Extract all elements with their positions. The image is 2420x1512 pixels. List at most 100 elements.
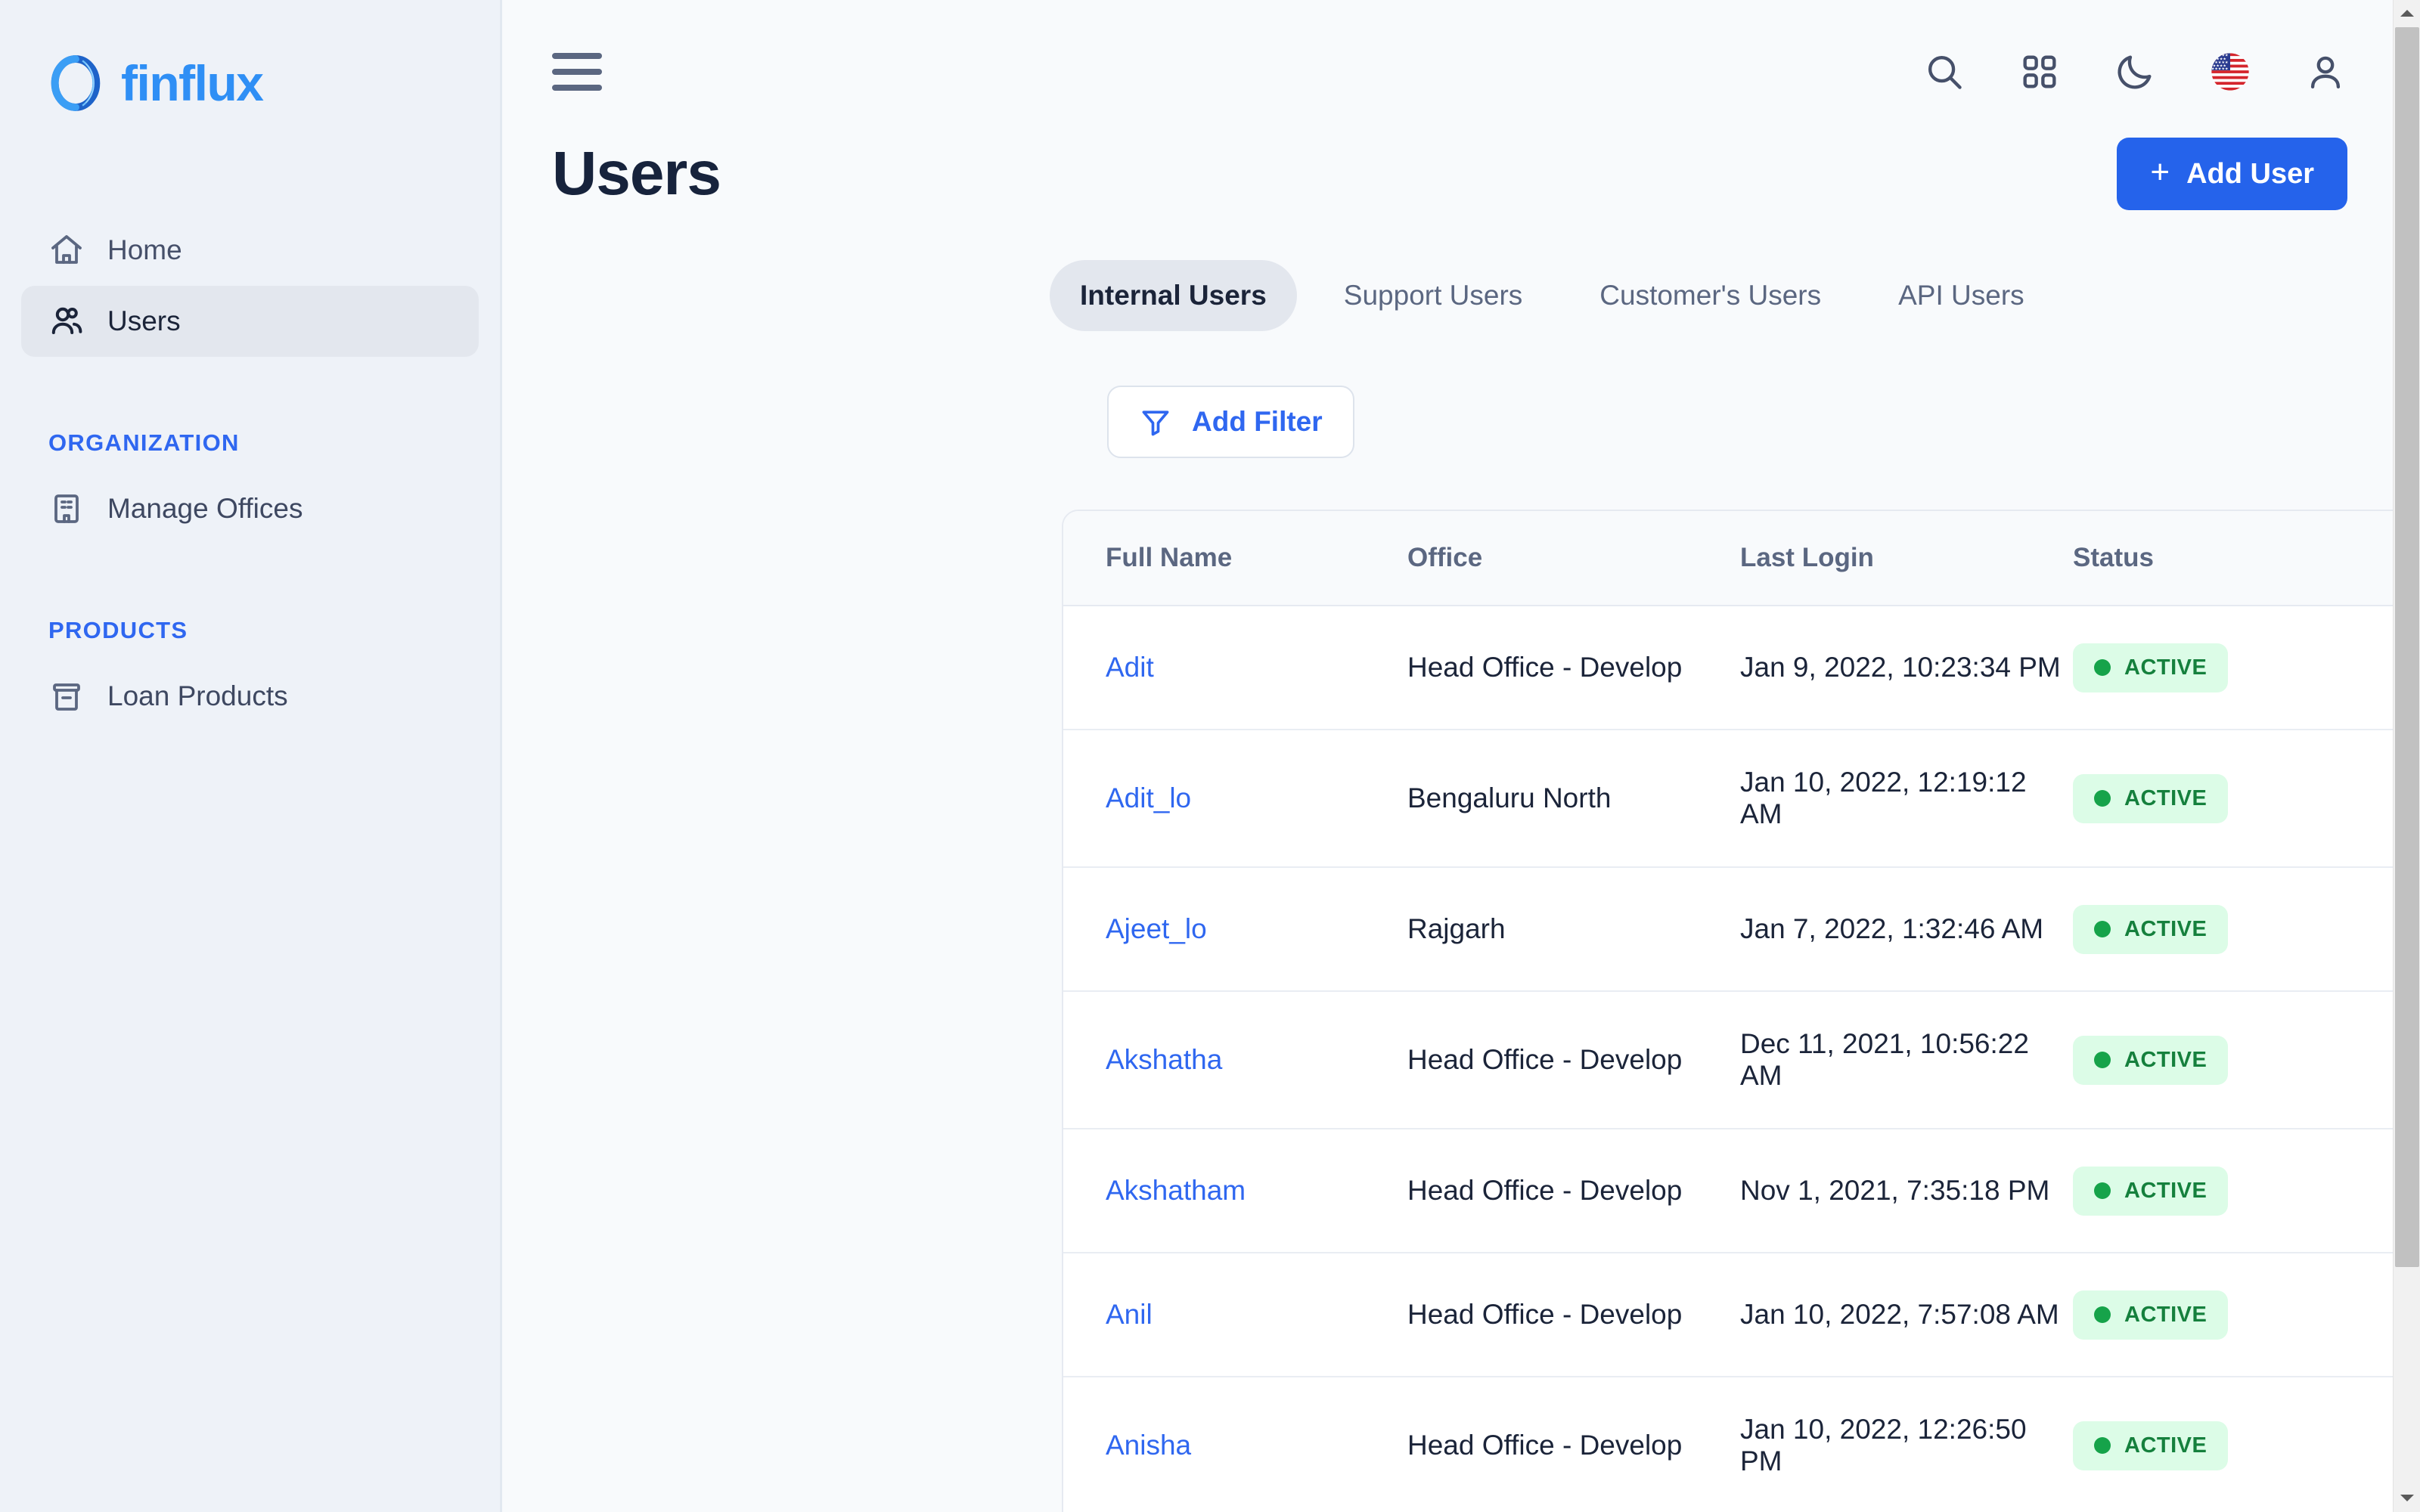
column-header-office[interactable]: Office xyxy=(1407,511,1740,606)
users-icon xyxy=(48,303,85,339)
cell-office: Head Office - Develop xyxy=(1407,606,1740,730)
user-name-link[interactable]: Adit xyxy=(1106,652,1154,683)
scrollbar-down-arrow[interactable] xyxy=(2394,1485,2420,1512)
users-table-head: Full Name Office Last Login Status Actio… xyxy=(1063,511,2420,606)
cell-last-login: Jan 10, 2022, 7:57:08 AM xyxy=(1740,1253,2073,1377)
cell-status: ACTIVE xyxy=(2073,606,2406,730)
cell-full-name: Akshatha xyxy=(1063,991,1407,1129)
sidebar-item-manage-offices[interactable]: Manage Offices xyxy=(21,473,479,544)
user-name-link[interactable]: Akshatham xyxy=(1106,1175,1246,1206)
status-badge: ACTIVE xyxy=(2073,1167,2228,1216)
sidebar: finflux Home Users ORGANIZATION xyxy=(0,0,502,1512)
app-root: finflux Home Users ORGANIZATION xyxy=(0,0,2420,1512)
status-dot-icon xyxy=(2094,1052,2111,1068)
users-table-body: AditHead Office - DevelopJan 9, 2022, 10… xyxy=(1063,606,2420,1512)
users-table: Full Name Office Last Login Status Actio… xyxy=(1063,511,2420,1512)
building-icon xyxy=(48,491,85,527)
user-profile-icon[interactable] xyxy=(2304,50,2347,94)
column-header-full-name[interactable]: Full Name xyxy=(1063,511,1407,606)
sidebar-section-organization-title: ORGANIZATION xyxy=(48,429,500,457)
status-badge: ACTIVE xyxy=(2073,1421,2228,1470)
hamburger-menu-icon[interactable] xyxy=(552,53,602,91)
cell-office: Bengaluru North xyxy=(1407,730,1740,867)
tab-support-users[interactable]: Support Users xyxy=(1314,260,1553,331)
status-dot-icon xyxy=(2094,659,2111,676)
sidebar-item-loan-products[interactable]: Loan Products xyxy=(21,661,479,732)
cell-full-name: Ajeet_lo xyxy=(1063,867,1407,991)
column-header-last-login[interactable]: Last Login xyxy=(1740,511,2073,606)
status-badge-label: ACTIVE xyxy=(2124,786,2207,811)
cell-last-login: Jan 7, 2022, 1:32:46 AM xyxy=(1740,867,2073,991)
cell-last-login: Nov 1, 2021, 7:35:18 PM xyxy=(1740,1129,2073,1253)
cell-last-login: Jan 9, 2022, 10:23:34 PM xyxy=(1740,606,2073,730)
sidebar-item-loan-products-label: Loan Products xyxy=(107,680,288,712)
table-row: AkshathaHead Office - DevelopDec 11, 202… xyxy=(1063,991,2420,1129)
sidebar-section-products-title: PRODUCTS xyxy=(48,617,500,644)
status-badge-label: ACTIVE xyxy=(2124,1048,2207,1073)
table-row: Akshatham Head Office - DevelopNov 1, 202… xyxy=(1063,1129,2420,1253)
status-badge: ACTIVE xyxy=(2073,905,2228,954)
finflux-ring-logo-icon xyxy=(47,54,104,112)
brand-logo[interactable]: finflux xyxy=(0,0,500,112)
us-flag-icon[interactable]: ★★★★★★★★★ ★★★★★★★★★ ★★★★★ xyxy=(2208,50,2252,94)
table-header-row: Full Name Office Last Login Status Actio… xyxy=(1063,511,2420,606)
table-row: Adit Head Office - DevelopJan 9, 2022, 10… xyxy=(1063,606,2420,730)
cell-office: Head Office - Develop xyxy=(1407,1377,1740,1512)
sidebar-item-home-label: Home xyxy=(107,234,182,266)
user-name-link[interactable]: Anisha xyxy=(1106,1430,1191,1461)
cell-full-name: Anil xyxy=(1063,1253,1407,1377)
status-dot-icon xyxy=(2094,1182,2111,1199)
user-name-link[interactable]: Adit_lo xyxy=(1106,782,1191,813)
table-row: Adit_lo Bengaluru NorthJan 10, 2022, 12:1… xyxy=(1063,730,2420,867)
apps-grid-icon[interactable] xyxy=(2018,50,2062,94)
vertical-scrollbar[interactable] xyxy=(2393,0,2420,1512)
tab-api-users[interactable]: API Users xyxy=(1868,260,2055,331)
sidebar-item-users-label: Users xyxy=(107,305,181,337)
sidebar-item-manage-offices-label: Manage Offices xyxy=(107,493,302,525)
main-content: ★★★★★★★★★ ★★★★★★★★★ ★★★★★ Users + Add Us… xyxy=(502,0,2420,1512)
cell-full-name: Akshatham xyxy=(1063,1129,1407,1253)
status-dot-icon xyxy=(2094,1437,2111,1454)
cell-last-login: Jan 10, 2022, 12:26:50 PM xyxy=(1740,1377,2073,1512)
table-row: Anil Head Office - DevelopJan 10, 2022, 7… xyxy=(1063,1253,2420,1377)
brand-name: finflux xyxy=(121,58,262,108)
add-filter-button[interactable]: Add Filter xyxy=(1107,386,1354,458)
sidebar-group-organization: Manage Offices xyxy=(0,473,500,544)
top-bar: ★★★★★★★★★ ★★★★★★★★★ ★★★★★ xyxy=(502,0,2420,144)
sidebar-item-users[interactable]: Users xyxy=(21,286,479,357)
moon-dark-mode-icon[interactable] xyxy=(2113,50,2157,94)
status-badge-label: ACTIVE xyxy=(2124,1179,2207,1204)
cell-office: Head Office - Develop xyxy=(1407,1129,1740,1253)
top-bar-icon-group: ★★★★★★★★★ ★★★★★★★★★ ★★★★★ xyxy=(1922,50,2347,94)
status-dot-icon xyxy=(2094,921,2111,937)
svg-text:★★★★★: ★★★★★ xyxy=(2211,67,2229,72)
cell-status: ACTIVE xyxy=(2073,991,2406,1129)
status-badge: ACTIVE xyxy=(2073,774,2228,823)
user-name-link[interactable]: Akshatha xyxy=(1106,1044,1222,1075)
column-header-status[interactable]: Status xyxy=(2073,511,2406,606)
user-name-link[interactable]: Anil xyxy=(1106,1299,1153,1330)
scrollbar-up-arrow[interactable] xyxy=(2394,0,2420,27)
cell-last-login: Jan 10, 2022, 12:19:12 AM xyxy=(1740,730,2073,867)
tab-bar: Internal Users Support Users Customer's … xyxy=(502,260,2420,331)
filter-row: Add Filter xyxy=(502,386,2420,458)
sidebar-primary-nav: Home Users xyxy=(0,215,500,357)
cell-status: ACTIVE xyxy=(2073,1129,2406,1253)
status-badge-label: ACTIVE xyxy=(2124,917,2207,942)
cell-status: ACTIVE xyxy=(2073,1253,2406,1377)
cell-last-login: Dec 11, 2021, 10:56:22 AM xyxy=(1740,991,2073,1129)
sidebar-group-products: Loan Products xyxy=(0,661,500,732)
scrollbar-thumb[interactable] xyxy=(2395,27,2419,1267)
sidebar-item-home[interactable]: Home xyxy=(21,215,479,286)
tab-customers-users[interactable]: Customer's Users xyxy=(1569,260,1851,331)
add-user-button[interactable]: + Add User xyxy=(2117,138,2347,210)
user-name-link[interactable]: Ajeet_lo xyxy=(1106,913,1207,944)
cell-office: Head Office - Develop xyxy=(1407,1253,1740,1377)
search-icon[interactable] xyxy=(1922,50,1966,94)
cell-status: ACTIVE xyxy=(2073,1377,2406,1512)
tab-internal-users[interactable]: Internal Users xyxy=(1050,260,1297,331)
status-badge: ACTIVE xyxy=(2073,1290,2228,1340)
add-filter-button-label: Add Filter xyxy=(1192,406,1323,438)
users-table-card: Full Name Office Last Login Status Actio… xyxy=(1062,510,2420,1512)
cell-full-name: Adit xyxy=(1063,606,1407,730)
